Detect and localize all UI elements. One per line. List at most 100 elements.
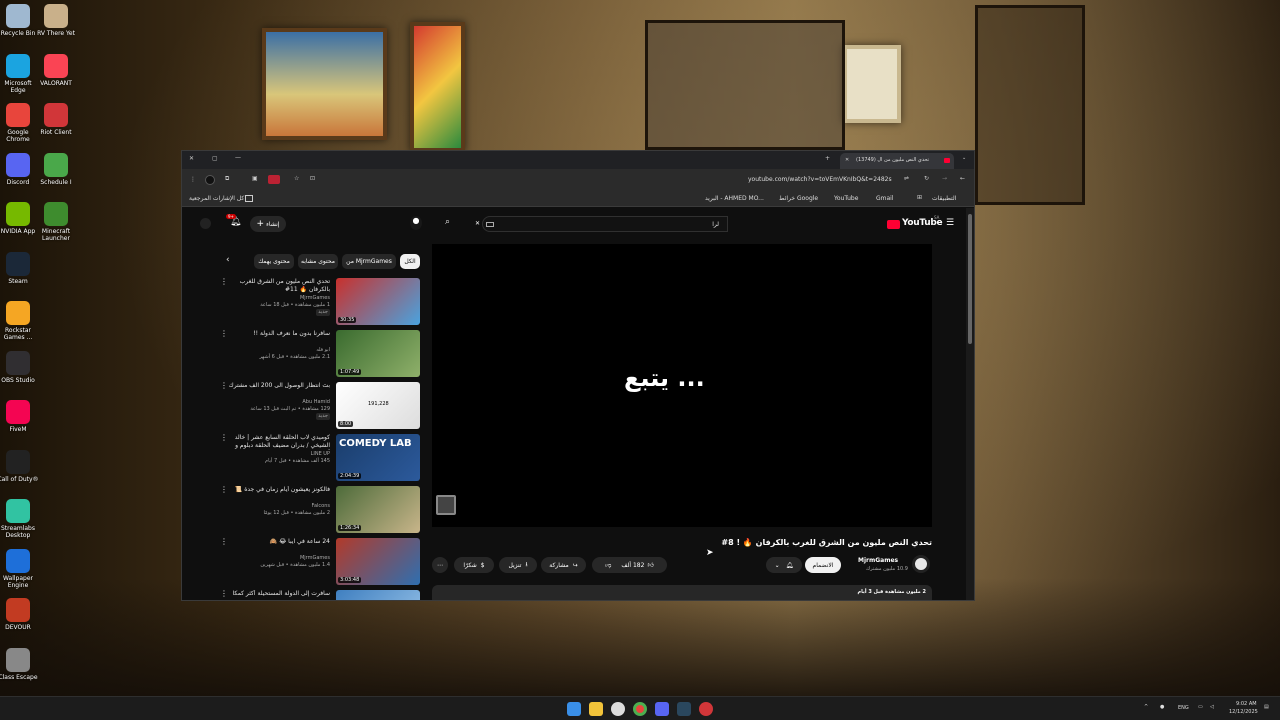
desktop-icon[interactable]: Steam — [0, 251, 40, 285]
description-box[interactable]: 2 مليون مشاهدة قبل 3 أيام — [432, 585, 932, 600]
video-title-link[interactable]: سافرت إلى الدولة المستحيلة أكثر كمكا — [220, 590, 330, 598]
file-explorer-icon[interactable] — [589, 702, 603, 716]
desktop-icon[interactable]: VALORANT — [34, 53, 78, 87]
search-box[interactable]: لرا ✕ — [475, 216, 728, 232]
video-thumbnail[interactable]: 1:26:34 — [336, 486, 420, 533]
bookmark-item[interactable]: التطبيقات — [932, 195, 956, 202]
settings-icon[interactable] — [611, 702, 625, 716]
desktop-icon[interactable]: Rockstar Games ... — [0, 301, 40, 341]
bookmark-item[interactable]: خرائط Google — [779, 195, 818, 202]
related-video-item[interactable]: 1:26:34 فالكونز يعيشون أيام زمان في جدة 📜… — [214, 486, 420, 534]
tray-chevron-icon[interactable]: ^ — [1144, 704, 1148, 711]
network-icon[interactable]: ▭ — [1198, 704, 1203, 711]
subscribed-button[interactable]: ⌄ 🔔︎ — [766, 557, 802, 573]
desktop-icon[interactable]: RV There Yet — [34, 4, 78, 37]
install-app-icon[interactable]: ⊡ — [310, 175, 315, 183]
clock-time[interactable]: 9:02 AM — [1236, 701, 1257, 708]
riot-client-icon[interactable] — [699, 702, 713, 716]
account-avatar[interactable] — [200, 218, 211, 229]
video-thumbnail[interactable]: 1:07:49 — [336, 330, 420, 377]
reload-icon[interactable]: ↻ — [924, 175, 929, 183]
share-button[interactable]: مشاركة ↪ — [541, 557, 586, 573]
desktop-icon[interactable]: Riot Client — [34, 103, 78, 136]
page-scrollbar[interactable] — [966, 208, 974, 600]
video-title-link[interactable]: بث انتظار الوصول الى 200 الف مشترك — [220, 382, 330, 390]
video-more-icon[interactable]: ⋮ — [220, 434, 228, 442]
video-title-link[interactable]: 24 ساعة في ايبا 😂 🙈 — [220, 538, 330, 546]
clear-search-icon[interactable]: ✕ — [475, 220, 480, 228]
downloads-icon[interactable]: ▣ — [252, 175, 258, 183]
related-video-item[interactable]: 191,228 8:00 بث انتظار الوصول الى 200 الف … — [214, 382, 420, 430]
guide-menu-icon[interactable]: ☰ — [946, 219, 954, 228]
bookmarks-all[interactable]: كل الإشارات المرجعية — [189, 195, 244, 202]
download-button[interactable]: تنزيل ⭳ — [499, 557, 537, 573]
chrome-icon[interactable] — [633, 702, 647, 716]
chips-scroll-left-icon[interactable]: ‹ — [226, 256, 230, 265]
channel-watermark-icon[interactable] — [436, 495, 456, 515]
keyboard-icon[interactable] — [486, 222, 494, 227]
more-actions-button[interactable]: ⋯ — [432, 557, 448, 573]
chip-for-you[interactable]: محتوى يهمك — [254, 254, 294, 269]
youtube-logo-icon[interactable] — [887, 220, 900, 229]
related-video-item[interactable]: 1:07:49 سافرنا بدون ما نعرف الدولة !! ابو … — [214, 330, 420, 378]
apps-grid-icon[interactable]: ⊞ — [917, 194, 922, 201]
video-thumbnail[interactable]: 191,228 8:00 — [336, 382, 420, 429]
video-thumbnail[interactable] — [336, 590, 420, 600]
video-title-link[interactable]: كوميدي لاب الحلقة السابع عشر | خالد الشي… — [220, 434, 330, 450]
search-icon[interactable]: ⌕ — [445, 218, 450, 227]
bookmark-star-icon[interactable]: ☆ — [294, 175, 299, 183]
extensions-icon[interactable]: ⧉ — [225, 175, 229, 183]
back-icon[interactable]: ← — [960, 175, 965, 183]
video-more-icon[interactable]: ⋮ — [220, 278, 228, 286]
desktop-icon[interactable]: Call of Duty® — [0, 449, 40, 483]
close-window-icon[interactable]: ✕ — [189, 155, 194, 163]
video-thumbnail[interactable]: 3:03:48 — [336, 538, 420, 585]
desktop-icon[interactable]: Streamlabs Desktop — [0, 499, 40, 539]
desktop-icon[interactable]: Minecraft Launcher — [34, 202, 78, 242]
channel-name[interactable]: MjrmGames — [858, 557, 898, 565]
steam-icon[interactable] — [677, 702, 691, 716]
minimize-icon[interactable]: — — [235, 154, 241, 162]
scrollbar-thumb[interactable] — [968, 214, 972, 344]
like-count[interactable]: 182 ألف — [621, 562, 644, 569]
language-indicator[interactable]: ENG — [1178, 705, 1189, 712]
menu-icon[interactable]: ⋮ — [190, 176, 196, 184]
video-more-icon[interactable]: ⋮ — [220, 538, 228, 546]
video-title-link[interactable]: تحدي النص مليون من الشرق للغرب بالكرفان … — [220, 278, 330, 294]
desktop-icon[interactable]: Wallpaper Engine — [0, 548, 40, 589]
notification-center-icon[interactable]: ▤ — [1264, 704, 1269, 711]
video-more-icon[interactable]: ⋮ — [220, 382, 228, 390]
site-settings-icon[interactable]: ⇌ — [904, 175, 909, 183]
dislike-icon[interactable]: 👎︎ — [605, 561, 611, 569]
create-button[interactable]: + إنشاء — [250, 216, 286, 232]
thanks-button[interactable]: شكرًا $ — [454, 557, 494, 573]
video-thumbnail[interactable]: COMEDY LAB 2:04:39 — [336, 434, 420, 481]
discord-icon[interactable] — [655, 702, 669, 716]
voice-search-icon[interactable]: ● — [410, 216, 422, 230]
volume-icon[interactable]: ◁ — [1210, 704, 1214, 711]
profile-avatar[interactable] — [205, 175, 215, 185]
bookmark-item[interactable]: YouTube — [834, 195, 858, 202]
tab-list-icon[interactable]: ⌄ — [962, 155, 966, 162]
mic-icon[interactable]: ● — [1160, 704, 1164, 711]
desktop-icon[interactable]: Class Escape — [0, 647, 40, 681]
join-button[interactable]: الانضمام — [805, 557, 841, 573]
search-input[interactable]: لرا — [712, 221, 719, 229]
related-video-item[interactable]: 3:03:48 24 ساعة في ايبا 😂 🙈 MjrmGames 1.4 م… — [214, 538, 420, 586]
chip-similar[interactable]: محتوى مشابه — [298, 254, 338, 269]
maximize-icon[interactable]: ▢ — [212, 155, 218, 163]
bookmark-item[interactable]: البريد - AHMED MO... — [705, 195, 764, 202]
related-video-item[interactable]: سافرت إلى الدولة المستحيلة أكثر كمكا ⋮ — [214, 590, 420, 600]
related-video-item[interactable]: COMEDY LAB 2:04:39 كوميدي لاب الحلقة الساب… — [214, 434, 420, 482]
url-text[interactable]: youtube.com/watch?v=toVEmVKnIbQ&t=2482s — [748, 176, 892, 184]
video-title-link[interactable]: فالكونز يعيشون أيام زمان في جدة 📜 — [220, 486, 330, 494]
video-more-icon[interactable]: ⋮ — [220, 590, 228, 598]
video-thumbnail[interactable]: 30:35 — [336, 278, 420, 325]
desktop-icon[interactable]: OBS Studio — [0, 350, 40, 384]
like-icon[interactable]: 👍︎ — [647, 561, 653, 569]
video-title-link[interactable]: سافرنا بدون ما نعرف الدولة !! — [220, 330, 330, 338]
start-icon[interactable] — [567, 702, 581, 716]
related-video-item[interactable]: 30:35 تحدي النص مليون من الشرق للغرب بالك… — [214, 278, 420, 326]
video-more-icon[interactable]: ⋮ — [220, 330, 228, 338]
video-player[interactable]: يتبع ... — [432, 244, 932, 527]
